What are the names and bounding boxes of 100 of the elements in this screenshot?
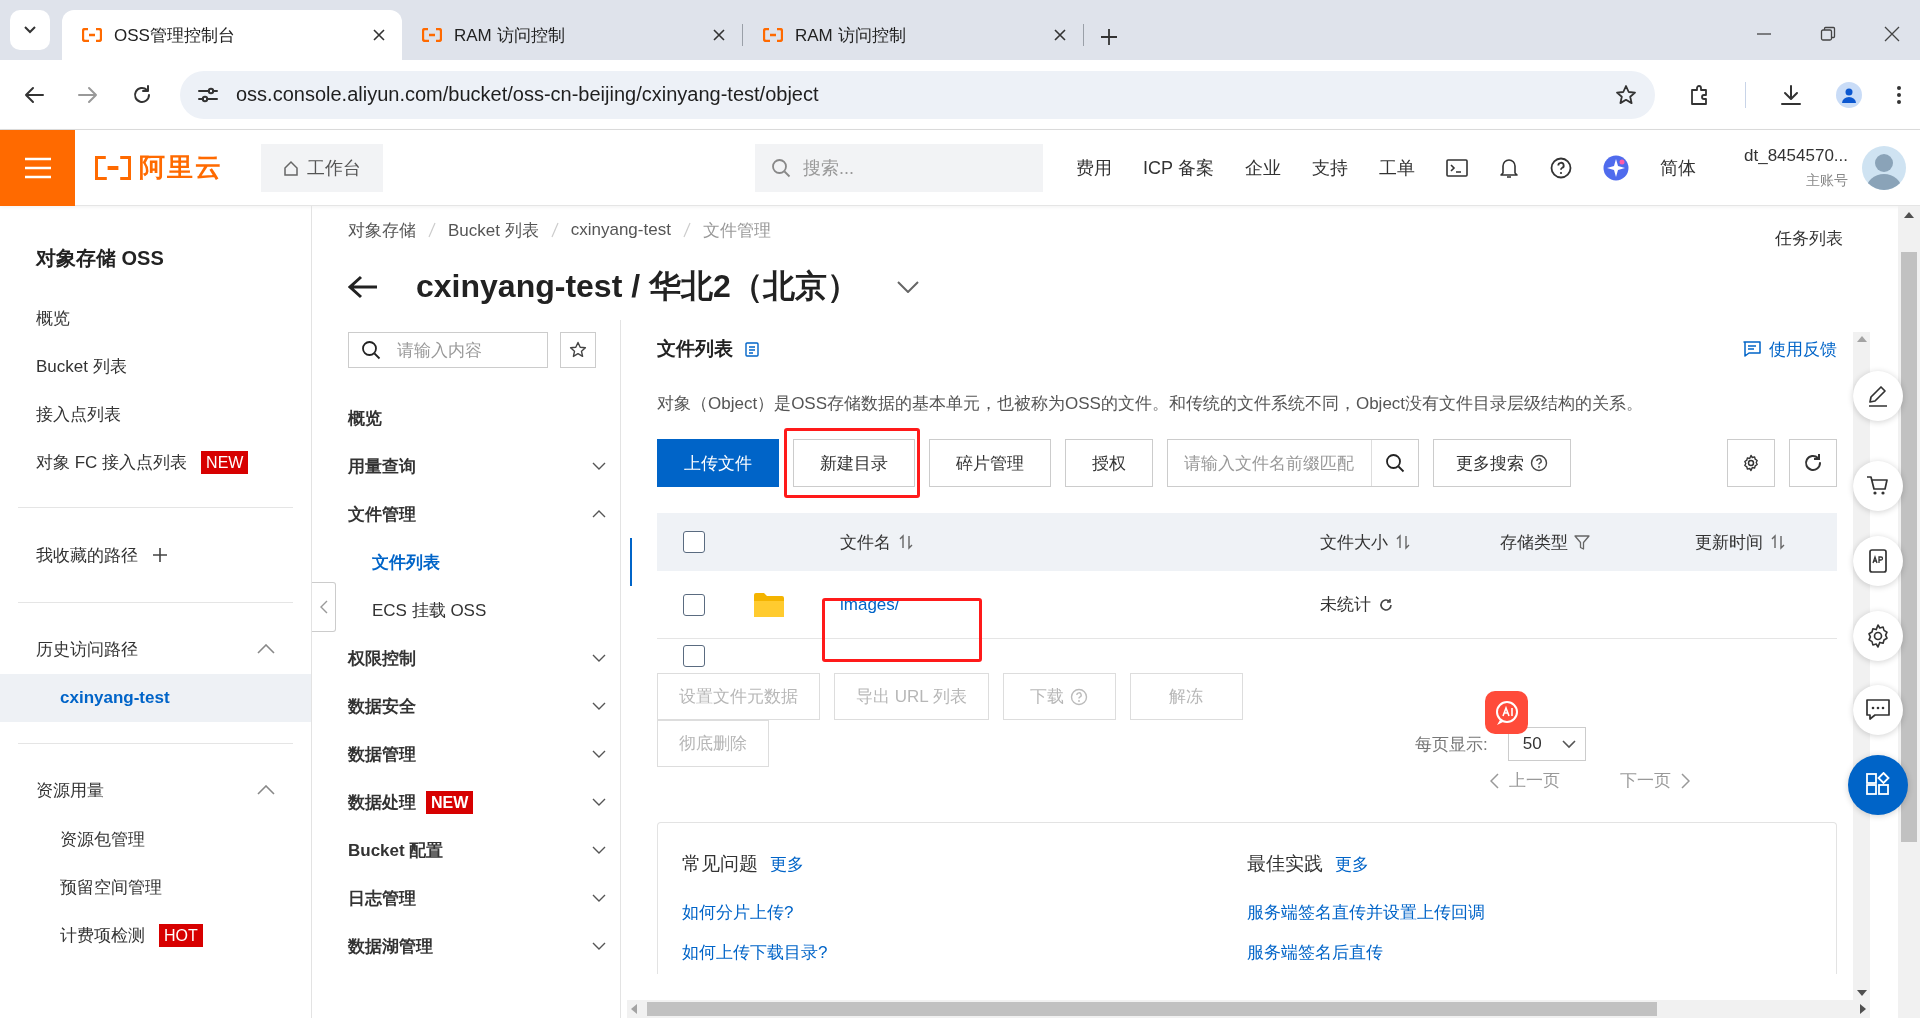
sidebar-group-title[interactable]: 历史访问路径 bbox=[36, 637, 138, 661]
column-header[interactable]: 文件名 bbox=[840, 530, 891, 554]
help-link[interactable]: 如何上传下载目录? bbox=[682, 933, 1247, 973]
nav-item[interactable]: ECS 挂载 OSS bbox=[348, 586, 632, 634]
feedback-link[interactable]: 使用反馈 bbox=[1743, 337, 1837, 361]
forward-icon[interactable] bbox=[78, 85, 98, 104]
scrollbar[interactable] bbox=[1898, 206, 1920, 1018]
nav-item[interactable]: 概览 bbox=[348, 406, 382, 430]
workbench-button[interactable]: 工作台 bbox=[261, 143, 383, 192]
breadcrumb-link[interactable]: Bucket 列表 bbox=[448, 218, 539, 242]
header-link[interactable]: 简体 bbox=[1659, 155, 1696, 180]
restore-icon[interactable] bbox=[1820, 26, 1836, 42]
checkbox[interactable] bbox=[683, 593, 705, 616]
toolbar-button[interactable]: 碎片管理 bbox=[929, 439, 1051, 487]
browser-tab[interactable]: OSS管理控制台 bbox=[62, 10, 402, 60]
aliyun-logo-icon bbox=[82, 28, 102, 42]
nav-item[interactable]: 文件管理 bbox=[348, 502, 416, 526]
settings-button[interactable] bbox=[1727, 439, 1775, 487]
document-icon[interactable] bbox=[745, 341, 759, 357]
sidebar-item[interactable]: 预留空间管理 bbox=[60, 875, 162, 899]
profile-button[interactable] bbox=[1836, 81, 1862, 108]
tab-title: RAM 访问控制 bbox=[795, 24, 907, 47]
more-link[interactable]: 更多 bbox=[1335, 852, 1369, 876]
chevron-left-icon[interactable] bbox=[1490, 772, 1499, 789]
task-list-link[interactable]: 任务列表 bbox=[1775, 226, 1843, 250]
reload-icon[interactable] bbox=[132, 84, 152, 105]
header-link[interactable]: 费用 bbox=[1076, 155, 1112, 180]
more-link[interactable]: 更多 bbox=[770, 852, 804, 876]
column-header[interactable]: 存储类型 bbox=[1500, 530, 1568, 554]
user-name[interactable]: dt_8454570... bbox=[1744, 145, 1848, 166]
nav-item[interactable]: 数据安全 bbox=[348, 694, 416, 718]
close-icon[interactable] bbox=[712, 28, 726, 42]
sort-icon bbox=[1396, 534, 1410, 550]
nav-item[interactable]: 文件列表 bbox=[348, 538, 632, 586]
column-header[interactable]: 更新时间 bbox=[1695, 530, 1763, 554]
help-link[interactable]: 如何分片上传? bbox=[682, 893, 1247, 933]
sidebar-item[interactable]: cxinyang-test bbox=[0, 674, 311, 722]
toolbar-button[interactable]: 授权 bbox=[1065, 439, 1153, 487]
sidebar-item[interactable]: 资源包管理 bbox=[60, 827, 145, 851]
close-icon[interactable] bbox=[1884, 26, 1900, 42]
more-menu-icon[interactable] bbox=[1896, 84, 1902, 105]
chevron-down-icon[interactable] bbox=[896, 281, 919, 293]
plus-icon[interactable] bbox=[1100, 28, 1118, 46]
help-link[interactable]: 服务端签名后直传 bbox=[1247, 933, 1812, 973]
refresh-icon[interactable] bbox=[1379, 597, 1393, 612]
toolbar-button[interactable]: 新建目录 bbox=[793, 439, 915, 487]
close-icon[interactable] bbox=[1053, 28, 1067, 42]
terminal-icon[interactable] bbox=[1445, 157, 1468, 178]
header-link[interactable]: 支持 bbox=[1311, 155, 1348, 180]
page-title: cxinyang-test / 华北2（北京） bbox=[416, 267, 859, 306]
checkbox[interactable] bbox=[683, 531, 705, 553]
browser-tab[interactable]: RAM 访问控制 bbox=[743, 10, 1083, 60]
assistant-button[interactable] bbox=[1485, 691, 1528, 734]
nav-item[interactable]: 数据处理 bbox=[348, 790, 416, 814]
page-size-label: 每页显示: bbox=[1415, 733, 1488, 756]
chevron-down-icon bbox=[23, 25, 37, 35]
page-size-select[interactable]: 50 bbox=[1507, 727, 1586, 761]
header-link[interactable]: ICP 备案 bbox=[1143, 155, 1214, 180]
download-icon[interactable] bbox=[1780, 83, 1802, 106]
nav-item[interactable]: 数据湖管理 bbox=[348, 934, 433, 958]
column-header[interactable]: 文件大小 bbox=[1320, 530, 1388, 554]
nav-item[interactable]: Bucket 配置 bbox=[348, 838, 444, 862]
sidebar-item[interactable]: 我收藏的路径 bbox=[36, 543, 138, 567]
refresh-button[interactable] bbox=[1789, 439, 1837, 487]
help-link[interactable]: 服务端签名直传并设置上传回调 bbox=[1247, 893, 1812, 933]
breadcrumb-link[interactable]: 对象存储 bbox=[348, 218, 416, 242]
nav-item[interactable]: 数据管理 bbox=[348, 742, 416, 766]
scrollbar[interactable] bbox=[627, 1000, 1870, 1018]
notification-bell-icon[interactable] bbox=[1498, 156, 1519, 179]
address-bar[interactable]: oss.console.aliyun.com/bucket/oss-cn-beijing/cxinyang-test/object bbox=[180, 70, 1655, 119]
toolbar-button[interactable]: 上传文件 bbox=[657, 439, 779, 487]
sidebar-item[interactable]: 对象 FC 接入点列表 bbox=[36, 450, 188, 474]
breadcrumb-link[interactable]: cxinyang-test bbox=[570, 220, 671, 240]
sidebar-group-title[interactable]: 资源用量 bbox=[36, 778, 104, 802]
file-name-link[interactable]: images/ bbox=[840, 594, 900, 615]
favorite-button[interactable] bbox=[560, 332, 596, 368]
home-icon bbox=[283, 159, 299, 176]
sparkle-icon[interactable] bbox=[1602, 154, 1629, 181]
header-link[interactable]: 工单 bbox=[1378, 155, 1415, 180]
checkbox[interactable] bbox=[683, 645, 705, 667]
close-icon[interactable] bbox=[372, 28, 386, 42]
sidebar-item[interactable]: 概览 bbox=[36, 306, 70, 330]
back-icon[interactable] bbox=[24, 85, 44, 104]
bookmark-star-icon[interactable] bbox=[1615, 83, 1637, 106]
sidebar-item[interactable]: Bucket 列表 bbox=[36, 354, 127, 378]
more-search-button[interactable]: 更多搜索 bbox=[1433, 439, 1571, 487]
chevron-right-icon[interactable] bbox=[1681, 772, 1690, 789]
nav-item[interactable]: 权限控制 bbox=[348, 646, 416, 670]
sidebar-item[interactable]: 计费项检测 bbox=[60, 923, 145, 947]
avatar[interactable] bbox=[1862, 145, 1906, 190]
header-link[interactable]: 企业 bbox=[1244, 155, 1281, 180]
add-icon[interactable] bbox=[152, 547, 168, 563]
browser-tab[interactable]: RAM 访问控制 bbox=[402, 10, 742, 60]
chevron-left-icon bbox=[319, 600, 328, 614]
nav-item[interactable]: 用量查询 bbox=[348, 454, 416, 478]
help-icon[interactable] bbox=[1549, 156, 1572, 179]
menu-button[interactable] bbox=[0, 129, 75, 206]
nav-item[interactable]: 日志管理 bbox=[348, 886, 416, 910]
sidebar-item[interactable]: 接入点列表 bbox=[36, 402, 121, 426]
back-arrow-icon[interactable] bbox=[348, 275, 378, 299]
